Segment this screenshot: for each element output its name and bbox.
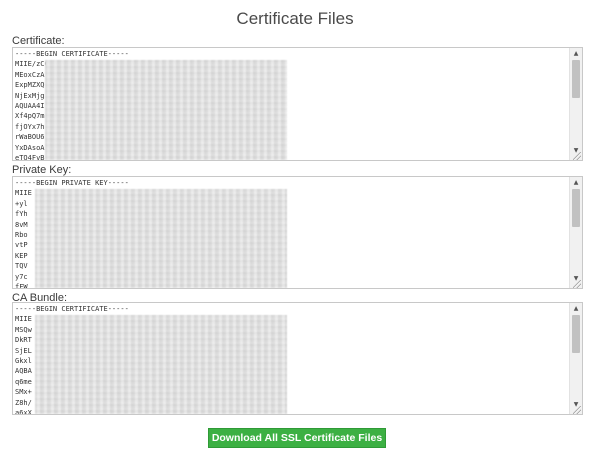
certificate-scrollbar[interactable]: ▲ ▼ xyxy=(569,48,582,160)
redacted-content xyxy=(35,189,287,288)
text-line: -----BEGIN PRIVATE KEY----- xyxy=(15,179,129,187)
redacted-content xyxy=(35,315,287,414)
private-key-scrollbar[interactable]: ▲ ▼ xyxy=(569,177,582,288)
scrollbar-thumb[interactable] xyxy=(572,315,580,353)
arrow-up-icon[interactable]: ▲ xyxy=(570,48,582,59)
private-key-textarea[interactable]: -----BEGIN PRIVATE KEY----- MIIE +yl fYh 8vM… xyxy=(12,176,583,289)
download-all-button[interactable]: Download All SSL Certificate Files xyxy=(208,428,386,448)
resize-grip-icon[interactable] xyxy=(573,280,581,288)
text-line: -----BEGIN CERTIFICATE----- xyxy=(15,305,129,313)
certificate-textarea[interactable]: -----BEGIN CERTIFICATE----- MIIE/zCC MEoxC… xyxy=(12,47,583,161)
scrollbar-thumb[interactable] xyxy=(572,60,580,98)
resize-grip-icon[interactable] xyxy=(573,406,581,414)
text-line: -----BEGIN CERTIFICATE----- xyxy=(15,50,129,58)
arrow-up-icon[interactable]: ▲ xyxy=(570,177,582,188)
certificate-label: Certificate: xyxy=(12,35,65,47)
redacted-content xyxy=(45,60,287,160)
arrow-up-icon[interactable]: ▲ xyxy=(570,303,582,314)
ca-bundle-textarea[interactable]: -----BEGIN CERTIFICATE----- MIIE MSQw DkRT S… xyxy=(12,302,583,415)
resize-grip-icon[interactable] xyxy=(573,152,581,160)
ca-bundle-scrollbar[interactable]: ▲ ▼ xyxy=(569,303,582,414)
page-title: Certificate Files xyxy=(236,9,354,28)
private-key-label: Private Key: xyxy=(12,164,72,176)
scrollbar-thumb[interactable] xyxy=(572,189,580,227)
